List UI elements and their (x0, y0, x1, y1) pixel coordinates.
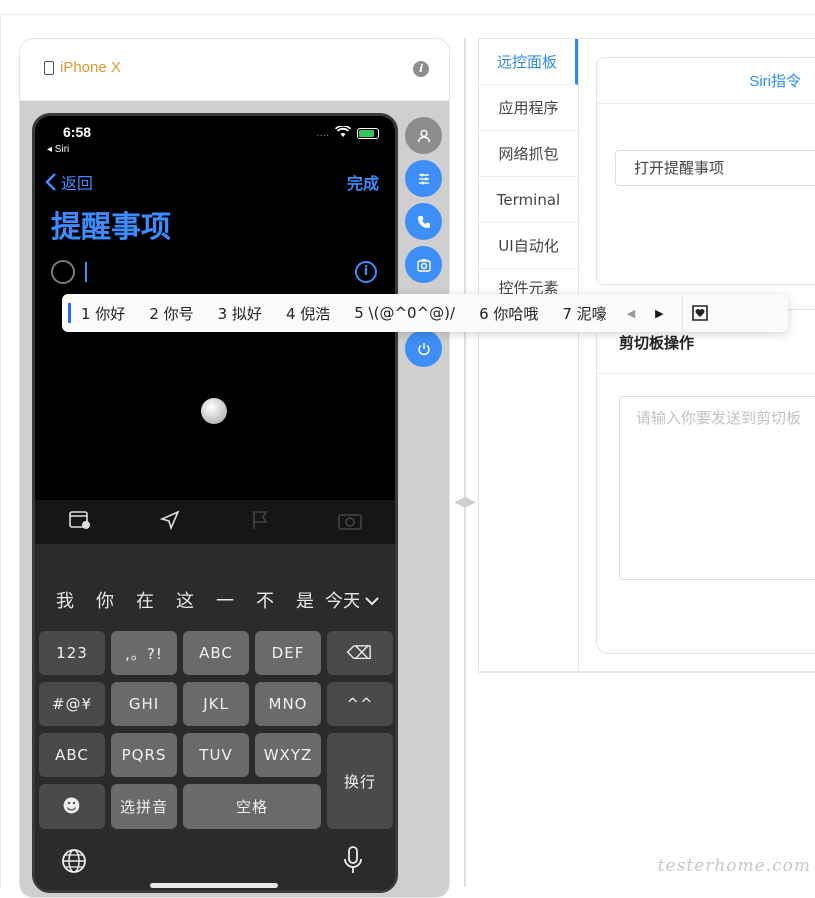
siri-card-title: Siri指令 (597, 58, 815, 104)
top-divider (0, 14, 815, 15)
done-button[interactable]: 完成 (347, 170, 379, 194)
settings-sliders-icon[interactable] (405, 160, 442, 197)
ime-candidate[interactable]: 2 你号 (149, 303, 193, 324)
reminder-toolbar (35, 500, 395, 544)
tab-applications[interactable]: 应用程序 (479, 85, 578, 131)
ime-candidate[interactable]: 1 你好 (81, 303, 125, 324)
key-select-pinyin[interactable]: 选拼音 (111, 784, 177, 829)
info-icon[interactable]: i (413, 61, 429, 77)
phone-screen[interactable]: 6:58 ◂ Siri .... 返回 完成 提醒事项 i 我 你 在 这 一 … (32, 113, 398, 893)
status-icons: .... (316, 125, 379, 141)
key-backspace[interactable]: ⌫ (327, 631, 393, 675)
key-ghi[interactable]: GHI (111, 682, 177, 726)
ime-candidate[interactable]: 3 拟好 (218, 303, 262, 324)
location-arrow-icon[interactable] (156, 509, 184, 535)
device-header: iPhone X i (20, 39, 449, 101)
key-emoji[interactable]: ☻ (39, 784, 105, 829)
siri-title: Siri指令 (749, 73, 801, 90)
keyboard-candidate[interactable]: 一 (205, 587, 245, 613)
tab-column: 远控面板 应用程序 网络抓包 Terminal UI自动化 控件元素 (479, 39, 579, 671)
calendar-clock-icon[interactable] (66, 510, 94, 535)
favorite-icon[interactable] (681, 294, 718, 332)
flag-icon[interactable] (246, 510, 274, 535)
back-button[interactable]: 返回 (45, 170, 93, 194)
ime-candidate[interactable]: 4 倪浩 (286, 303, 330, 324)
keyboard-candidate[interactable]: 今天 (325, 587, 359, 613)
clipboard-card: 剪切板操作 请输入你要发送到剪切板 (596, 309, 815, 654)
left-divider (0, 14, 1, 887)
status-time: 6:58 (63, 124, 92, 140)
ime-next-page-icon[interactable]: ▶ (655, 307, 663, 320)
panel-bottom-border (478, 672, 815, 673)
ime-candidate[interactable]: 6 你哈哦 (479, 303, 538, 324)
panel-splitter[interactable] (464, 38, 466, 887)
ios-keyboard: 我 你 在 这 一 不 是 今天 123 ,。?! ABC DEF ⌫ #@¥ … (35, 544, 395, 890)
siri-card: Siri指令 打开提醒事项 (596, 57, 815, 285)
siri-command-input[interactable]: 打开提醒事项 (615, 150, 815, 186)
person-icon[interactable] (405, 117, 442, 154)
tab-ui-automation[interactable]: UI自动化 (479, 223, 578, 269)
key-jkl[interactable]: JKL (183, 682, 249, 726)
drag-handle-icon[interactable]: ◀▶ (451, 494, 479, 512)
tab-network-capture[interactable]: 网络抓包 (479, 131, 578, 177)
keyboard-candidate[interactable]: 是 (285, 587, 325, 613)
keyboard-candidate[interactable]: 这 (165, 587, 205, 613)
key-punctuation[interactable]: ,。?! (111, 631, 177, 675)
microphone-icon[interactable] (343, 846, 363, 878)
device-title: iPhone X (44, 59, 121, 76)
device-name: iPhone X (60, 59, 121, 76)
keyboard-candidate[interactable]: 不 (245, 587, 285, 613)
ime-candidate-bar: 1 你好 2 你号 3 拟好 4 倪浩 5 \(@^0^@)/ 6 你哈哦 7 … (62, 294, 788, 332)
ime-candidate[interactable]: 5 \(@^0^@)/ (354, 304, 455, 322)
ime-caret (68, 303, 71, 323)
key-space[interactable]: 空格 (183, 784, 321, 829)
power-icon[interactable] (405, 330, 442, 367)
battery-icon (357, 128, 379, 139)
reminder-info-button[interactable]: i (355, 261, 377, 283)
watermark: testerhome.com (657, 856, 811, 876)
reminder-checkbox[interactable] (51, 260, 75, 284)
touch-indicator (201, 398, 227, 424)
key-mno[interactable]: MNO (255, 682, 321, 726)
home-indicator (150, 883, 278, 888)
camera-icon[interactable] (336, 510, 364, 535)
phone-outline-icon (44, 60, 54, 75)
screenshot-icon[interactable] (405, 246, 442, 283)
text-cursor (85, 262, 87, 282)
ime-prev-page-icon[interactable]: ◀ (627, 307, 635, 320)
key-return[interactable]: 换行 (327, 733, 393, 829)
keyboard-candidate-bar: 我 你 在 这 一 不 是 今天 (35, 582, 395, 618)
signal-dots: .... (316, 128, 329, 139)
chevron-down-icon[interactable] (365, 591, 379, 610)
key-emoticon[interactable]: ^^ (327, 682, 393, 726)
wifi-icon (334, 125, 352, 141)
status-back-siri[interactable]: ◂ Siri (47, 144, 69, 155)
list-title: 提醒事项 (51, 210, 171, 245)
keyboard-candidate[interactable]: 在 (125, 587, 165, 613)
tab-terminal[interactable]: Terminal (479, 177, 578, 223)
key-def[interactable]: DEF (255, 631, 321, 675)
key-123[interactable]: 123 (39, 631, 105, 675)
keyboard-candidate[interactable]: 我 (45, 587, 85, 613)
ime-candidate[interactable]: 7 泥嚎 (562, 303, 606, 324)
key-symbols[interactable]: #@¥ (39, 682, 105, 726)
globe-icon[interactable] (61, 848, 87, 878)
key-abc-mode[interactable]: ABC (39, 733, 105, 777)
keyboard-candidate[interactable]: 你 (85, 587, 125, 613)
key-pqrs[interactable]: PQRS (111, 733, 177, 777)
key-tuv[interactable]: TUV (183, 733, 249, 777)
key-abc[interactable]: ABC (183, 631, 249, 675)
key-wxyz[interactable]: WXYZ (255, 733, 321, 777)
clipboard-textarea[interactable]: 请输入你要发送到剪切板 (619, 396, 815, 580)
phone-icon[interactable] (405, 203, 442, 240)
back-label: 返回 (61, 174, 94, 193)
control-panel: 远控面板 应用程序 网络抓包 Terminal UI自动化 控件元素 Siri指… (478, 38, 815, 672)
tab-remote-panel[interactable]: 远控面板 (479, 39, 578, 85)
chevron-left-icon (45, 173, 56, 191)
